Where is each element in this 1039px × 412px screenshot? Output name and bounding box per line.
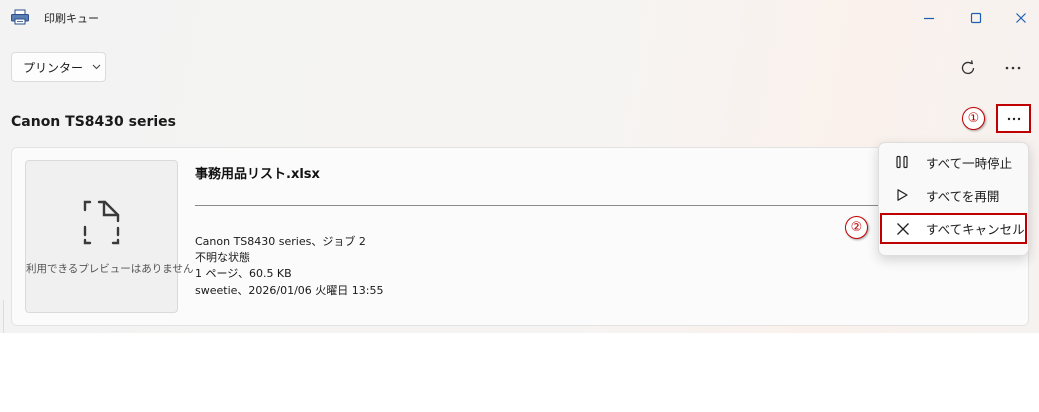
menu-item-cancel-all[interactable]: すべてキャンセル — [880, 213, 1027, 244]
printer-dropdown-label: プリンター — [23, 60, 84, 75]
preview-box: 利用できるプレビューはありません — [25, 160, 194, 313]
maximize-button[interactable] — [956, 5, 996, 31]
menu-item-resume-all[interactable]: すべてを再開 — [879, 180, 1028, 210]
menu-item-pause-all[interactable]: すべて一時停止 — [879, 147, 1028, 177]
document-icon — [82, 197, 122, 251]
menu-item-label: すべて一時停止 — [926, 155, 1013, 171]
print-queue-window: 印刷キュー プリンター Canon TS8430 series ① 利用できるプ… — [0, 0, 1039, 333]
job-owner-time: sweetie、2026/01/06 火曜日 13:55 — [195, 284, 384, 297]
close-icon — [1016, 13, 1026, 23]
title-bar: 印刷キュー — [0, 0, 1039, 34]
job-status: 不明な状態 — [195, 251, 250, 264]
refresh-icon — [961, 60, 975, 75]
annotation-marker-1: ① — [962, 107, 985, 130]
minimize-icon — [924, 17, 934, 20]
more-options-button[interactable] — [997, 53, 1029, 83]
close-button[interactable] — [1001, 5, 1039, 31]
pause-icon — [892, 155, 912, 169]
more-icon — [1007, 117, 1020, 120]
printer-more-button[interactable] — [996, 104, 1031, 133]
refresh-button[interactable] — [952, 53, 984, 83]
job-printer-info: Canon TS8430 series、ジョブ 2 — [195, 235, 366, 248]
cancel-x-icon — [893, 222, 913, 236]
printer-name: Canon TS8430 series — [11, 114, 176, 130]
print-job-card[interactable]: 利用できるプレビューはありません 事務用品リスト.xlsx Canon TS84… — [11, 147, 1029, 326]
menu-item-label: すべてキャンセル — [926, 222, 1025, 237]
printer-icon — [10, 9, 30, 25]
job-size: 1 ページ、60.5 KB — [195, 267, 292, 280]
job-document-name: 事務用品リスト.xlsx — [195, 167, 320, 182]
play-icon — [892, 188, 912, 202]
maximize-icon — [970, 12, 982, 24]
printer-dropdown[interactable]: プリンター — [11, 52, 106, 82]
window-title: 印刷キュー — [44, 12, 99, 25]
annotation-marker-2: ② — [845, 216, 868, 239]
more-icon — [1005, 66, 1021, 70]
minimize-button[interactable] — [909, 5, 949, 31]
chevron-down-icon — [92, 64, 101, 70]
window-edge — [3, 300, 4, 333]
preview-unavailable-text: 利用できるプレビューはありません — [26, 263, 194, 275]
menu-item-label: すべてを再開 — [926, 188, 1000, 204]
